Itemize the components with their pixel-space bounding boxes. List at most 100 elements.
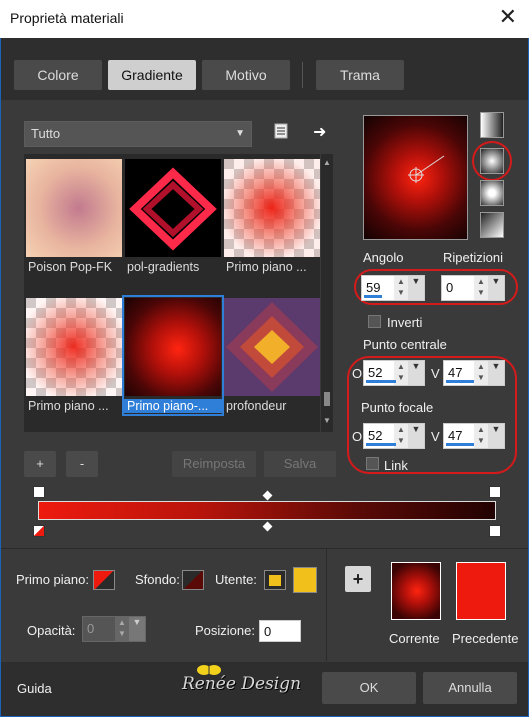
window-title: Proprietà materiali	[10, 10, 124, 26]
angle-input[interactable]: 59 ▲ ▼ ▼	[361, 275, 425, 301]
scroll-up-icon[interactable]: ▲	[323, 158, 331, 167]
gallery-thumb	[224, 298, 320, 396]
angle-slider-bar[interactable]	[364, 295, 382, 298]
foreground-swatch[interactable]	[93, 570, 115, 590]
gradient-bar[interactable]	[38, 501, 496, 520]
invert-label: Inverti	[387, 315, 423, 330]
position-value: 0	[264, 624, 272, 639]
category-dropdown-value: Tutto	[31, 126, 61, 141]
angle-label: Angolo	[363, 250, 404, 265]
opacity-label: Opacità:	[27, 623, 76, 638]
rectangular-gradient-type-icon[interactable]	[480, 148, 504, 174]
gallery-item-primo-piano-1[interactable]: Primo piano ...	[223, 158, 321, 275]
user-swatch[interactable]	[293, 567, 317, 593]
spinner-arrows-icon[interactable]: ▲ ▼	[474, 361, 488, 385]
save-button[interactable]: Salva	[264, 451, 336, 477]
repeats-value: 0	[446, 280, 454, 295]
add-swatch-button[interactable]: +	[345, 566, 371, 592]
scrollbar-thumb[interactable]	[324, 392, 330, 406]
gradient-stop-top-right[interactable]	[489, 486, 501, 498]
center-h-slider-bar[interactable]	[366, 380, 396, 383]
gallery-item-profondeur[interactable]: profondeur	[223, 297, 321, 414]
spinner-arrows-icon[interactable]: ▲ ▼	[394, 361, 408, 385]
linear-gradient-type-icon[interactable]	[480, 112, 504, 138]
focal-v-slider-bar[interactable]	[446, 443, 474, 446]
opacity-input[interactable]: 0 ▲ ▼ ▼	[82, 616, 146, 642]
repeats-input[interactable]: 0 ▲ ▼ ▼	[441, 275, 505, 301]
tab-motivo[interactable]: Motivo	[202, 60, 290, 90]
focal-h-slider-bar[interactable]	[366, 443, 396, 446]
link-checkbox[interactable]	[366, 457, 379, 470]
gallery-item-label: pol-gradients	[127, 260, 200, 274]
gallery-thumb	[26, 298, 122, 396]
cancel-button[interactable]: Annulla	[423, 672, 517, 704]
chevron-down-icon: ▼	[235, 128, 245, 139]
focal-h-input[interactable]: 52 ▲ ▼ ▼	[363, 423, 425, 449]
foreground-label: Primo piano:	[16, 572, 89, 587]
gallery-scrollbar[interactable]: ▲ ▼	[321, 154, 333, 432]
gallery-item-poison-pop[interactable]: Poison Pop-FK	[25, 158, 123, 275]
tab-separator	[302, 62, 303, 88]
reset-button[interactable]: Reimposta	[172, 451, 256, 477]
spinner-arrows-icon[interactable]: ▲ ▼	[474, 276, 488, 300]
link-label: Link	[384, 458, 408, 473]
chevron-down-icon[interactable]: ▼	[408, 424, 424, 448]
gradient-stop-bottom-left[interactable]	[33, 525, 45, 537]
chevron-down-icon[interactable]: ▼	[408, 361, 424, 385]
spinner-arrows-icon[interactable]: ▲ ▼	[394, 424, 408, 448]
sunburst-gradient-type-icon[interactable]	[480, 212, 504, 238]
tab-colore[interactable]: Colore	[14, 60, 102, 90]
center-h-input[interactable]: 52 ▲ ▼ ▼	[363, 360, 425, 386]
previous-label: Precedente	[452, 631, 519, 646]
center-h-value: 52	[368, 365, 383, 380]
chevron-down-icon[interactable]: ▼	[488, 424, 504, 448]
gallery-item-primo-piano-selected[interactable]: Primo piano-...	[122, 295, 224, 416]
gradient-stop-top-left[interactable]	[33, 486, 45, 498]
user-swatch-small[interactable]	[264, 570, 286, 590]
gradient-preview[interactable]	[363, 115, 468, 240]
ok-button[interactable]: OK	[322, 672, 416, 704]
spinner-arrows-icon[interactable]: ▲ ▼	[115, 617, 129, 641]
gallery-thumb	[125, 298, 221, 396]
chevron-down-icon[interactable]: ▼	[129, 617, 145, 641]
gallery-item-label: profondeur	[226, 399, 287, 413]
gallery-thumb	[224, 159, 320, 257]
divider	[326, 549, 327, 661]
chevron-down-icon[interactable]: ▼	[488, 361, 504, 385]
chevron-down-icon[interactable]: ▼	[408, 276, 424, 300]
tab-trama[interactable]: Trama	[316, 60, 404, 90]
spinner-arrows-icon[interactable]: ▲ ▼	[394, 276, 408, 300]
category-dropdown[interactable]: Tutto ▼	[24, 121, 252, 147]
previous-swatch[interactable]	[456, 562, 506, 620]
close-icon[interactable]: ✕	[499, 4, 517, 30]
focal-point-label: Punto focale	[361, 400, 434, 415]
invert-checkbox[interactable]	[368, 315, 381, 328]
gallery-item-primo-piano-2[interactable]: Primo piano ...	[25, 297, 123, 414]
repeats-label: Ripetizioni	[443, 250, 503, 265]
center-v-input[interactable]: 47 ▲ ▼ ▼	[443, 360, 505, 386]
position-label: Posizione:	[195, 623, 255, 638]
center-point-label: Punto centrale	[363, 337, 447, 352]
center-v-slider-bar[interactable]	[446, 380, 474, 383]
watermark-text: Renée Design	[182, 674, 302, 694]
background-swatch[interactable]	[182, 570, 204, 590]
spinner-arrows-icon[interactable]: ▲ ▼	[474, 424, 488, 448]
chevron-down-icon[interactable]: ▼	[488, 276, 504, 300]
add-gradient-button[interactable]: +	[24, 451, 56, 477]
background-label: Sfondo:	[135, 572, 180, 587]
focal-v-input[interactable]: 47 ▲ ▼ ▼	[443, 423, 505, 449]
gradient-stop-bottom-right[interactable]	[489, 525, 501, 537]
current-swatch[interactable]	[391, 562, 441, 620]
focal-h-label: O	[352, 429, 363, 444]
arrow-right-icon[interactable]: ➜	[313, 122, 331, 141]
help-link[interactable]: Guida	[17, 681, 52, 696]
focal-v-value: 47	[448, 428, 463, 443]
gallery-item-pol-gradients[interactable]: pol-gradients	[124, 158, 222, 275]
radial-gradient-type-icon[interactable]	[480, 180, 504, 206]
tab-gradiente[interactable]: Gradiente	[108, 60, 196, 90]
gallery-menu-icon[interactable]	[272, 122, 290, 140]
remove-gradient-button[interactable]: -	[66, 451, 98, 477]
position-input[interactable]: 0	[259, 620, 301, 642]
scroll-down-icon[interactable]: ▼	[323, 416, 331, 425]
center-v-label: V	[431, 366, 440, 381]
